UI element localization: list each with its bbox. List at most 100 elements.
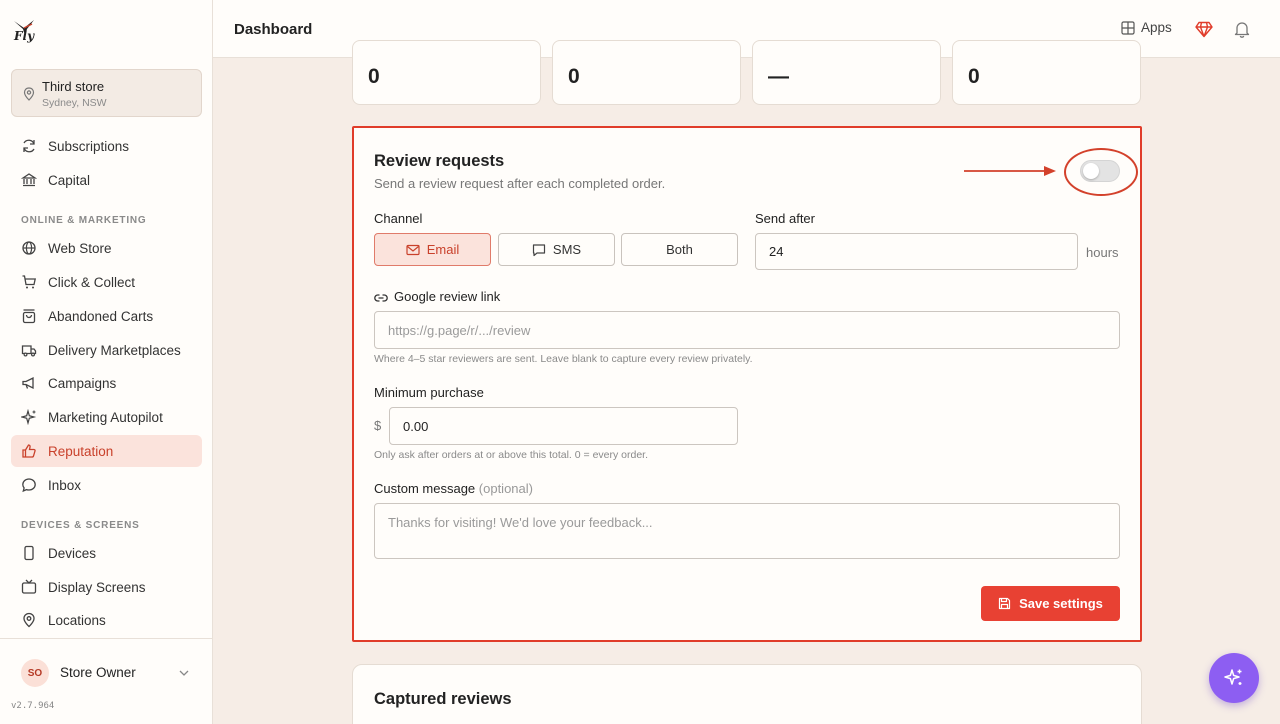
channel-email-label: Email [426, 242, 460, 257]
custom-message-label: Custom message (optional) [374, 481, 533, 496]
stat-value: 0 [568, 65, 580, 88]
annotation-arrow [964, 166, 1056, 176]
sidebar-item-click-collect[interactable]: Click & Collect [11, 266, 202, 298]
refresh-icon [23, 139, 35, 153]
chevron-down-icon [179, 670, 189, 676]
minimum-purchase-label: Minimum purchase [374, 385, 484, 400]
google-review-link-input[interactable]: https://g.page/r/.../review [374, 311, 1120, 349]
map-pin-icon [23, 87, 35, 101]
logo-text: Fly [14, 29, 35, 43]
pin-icon [23, 612, 35, 628]
channel-sms-label: SMS [552, 242, 582, 257]
megaphone-icon [22, 376, 34, 390]
sidebar: Fly Third store Sydney, NSW Subscription… [0, 0, 213, 724]
section-title-devices-screens: DEVICES & SCREENS [21, 520, 140, 531]
store-location: Sydney, NSW [42, 97, 107, 109]
stat-value: 0 [368, 65, 380, 88]
sidebar-item-devices[interactable]: Devices [11, 537, 202, 569]
sidebar-item-label: Reputation [48, 443, 114, 459]
google-review-link-label: Google review link [394, 289, 501, 304]
stat-card: 0 [952, 40, 1141, 105]
sidebar-item-locations[interactable]: Locations [11, 604, 202, 636]
sidebar-item-delivery-marketplaces[interactable]: Delivery Marketplaces [11, 334, 202, 366]
custom-message-textarea[interactable]: Thanks for visiting! We'd love your feed… [374, 503, 1120, 559]
sidebar-item-web-store[interactable]: Web Store [11, 232, 202, 264]
message-icon [532, 243, 546, 256]
sidebar-item-label: Display Screens [48, 579, 146, 595]
custom-message-label-text: Custom message [374, 481, 476, 496]
send-after-label: Send after [755, 211, 815, 226]
sidebar-item-marketing-autopilot[interactable]: Marketing Autopilot [11, 401, 202, 433]
apps-button[interactable]: Apps [1121, 20, 1172, 35]
apps-label: Apps [1141, 20, 1172, 35]
optional-tag: (optional) [478, 481, 533, 496]
captured-reviews-title: Captured reviews [374, 690, 512, 708]
send-after-input[interactable]: 24 [755, 233, 1078, 270]
page-title: Dashboard [234, 21, 313, 38]
stat-card: 0 [552, 40, 741, 105]
channel-email-button[interactable]: Email [374, 233, 491, 266]
sidebar-item-campaigns[interactable]: Campaigns [11, 367, 202, 399]
thumbs-up-icon [22, 444, 36, 458]
sidebar-item-inbox[interactable]: Inbox [11, 469, 202, 501]
currency-symbol: $ [374, 418, 382, 433]
sidebar-item-label: Abandoned Carts [48, 308, 154, 324]
review-requests-card: Review requests Send a review request af… [352, 126, 1142, 642]
stat-card: 0 [352, 40, 541, 105]
bag-icon [22, 309, 36, 324]
sidebar-item-label: Subscriptions [48, 138, 130, 154]
sparkle-icon [1224, 669, 1242, 685]
review-requests-title: Review requests [374, 152, 505, 170]
google-review-link-hint: Where 4–5 star reviewers are sent. Leave… [374, 353, 753, 365]
bank-icon [21, 173, 37, 187]
phone-icon [24, 545, 34, 561]
sidebar-item-label: Delivery Marketplaces [48, 342, 181, 358]
stat-value: — [768, 65, 789, 88]
app-version: v2.7.964 [11, 701, 55, 711]
truck-icon [21, 345, 37, 357]
store-switcher[interactable]: Third store Sydney, NSW [11, 69, 202, 117]
channel-sms-button[interactable]: SMS [498, 233, 615, 266]
grid-icon [1121, 20, 1135, 35]
ai-assistant-button[interactable] [1209, 653, 1259, 703]
channel-both-label: Both [666, 242, 693, 257]
minimum-purchase-hint: Only ask after orders at or above this t… [374, 449, 649, 461]
cart-icon [22, 275, 37, 289]
stat-value: 0 [968, 65, 980, 88]
channel-label: Channel [374, 211, 423, 226]
bell-icon[interactable] [1234, 20, 1250, 38]
send-after-unit: hours [1086, 245, 1119, 260]
sidebar-item-label: Marketing Autopilot [48, 409, 163, 425]
save-settings-label: Save settings [1019, 596, 1103, 611]
sidebar-item-label: Inbox [48, 477, 82, 493]
sidebar-item-label: Click & Collect [48, 274, 136, 290]
gem-icon[interactable] [1195, 21, 1213, 38]
section-title-online-marketing: ONLINE & MARKETING [21, 215, 147, 226]
user-menu[interactable]: SO Store Owner [0, 638, 212, 704]
sidebar-item-label: Locations [48, 612, 106, 628]
channel-both-button[interactable]: Both [621, 233, 738, 266]
stat-card: — [752, 40, 941, 105]
sidebar-item-reputation[interactable]: Reputation [11, 435, 202, 467]
review-requests-toggle[interactable] [1080, 160, 1120, 182]
user-name: Store Owner [60, 665, 136, 680]
chat-icon [22, 478, 36, 493]
captured-reviews-card: Captured reviews [352, 664, 1142, 724]
link-icon [374, 294, 388, 302]
sidebar-item-abandoned-carts[interactable]: Abandoned Carts [11, 300, 202, 332]
sidebar-item-label: Devices [48, 545, 97, 561]
sidebar-item-capital[interactable]: Capital [11, 164, 202, 196]
sparkle-icon [21, 409, 37, 425]
save-settings-button[interactable]: Save settings [981, 586, 1120, 621]
sidebar-item-label: Campaigns [48, 375, 117, 391]
sidebar-item-label: Web Store [48, 240, 112, 256]
toggle-knob [1083, 163, 1099, 179]
sidebar-item-label: Capital [48, 172, 91, 188]
tv-icon [21, 579, 37, 594]
minimum-purchase-input[interactable]: 0.00 [389, 407, 738, 445]
sidebar-item-subscriptions[interactable]: Subscriptions [11, 130, 202, 162]
avatar: SO [21, 659, 49, 687]
save-icon [998, 597, 1011, 610]
sidebar-item-display-screens[interactable]: Display Screens [11, 571, 202, 603]
review-requests-subtitle: Send a review request after each complet… [374, 176, 666, 191]
